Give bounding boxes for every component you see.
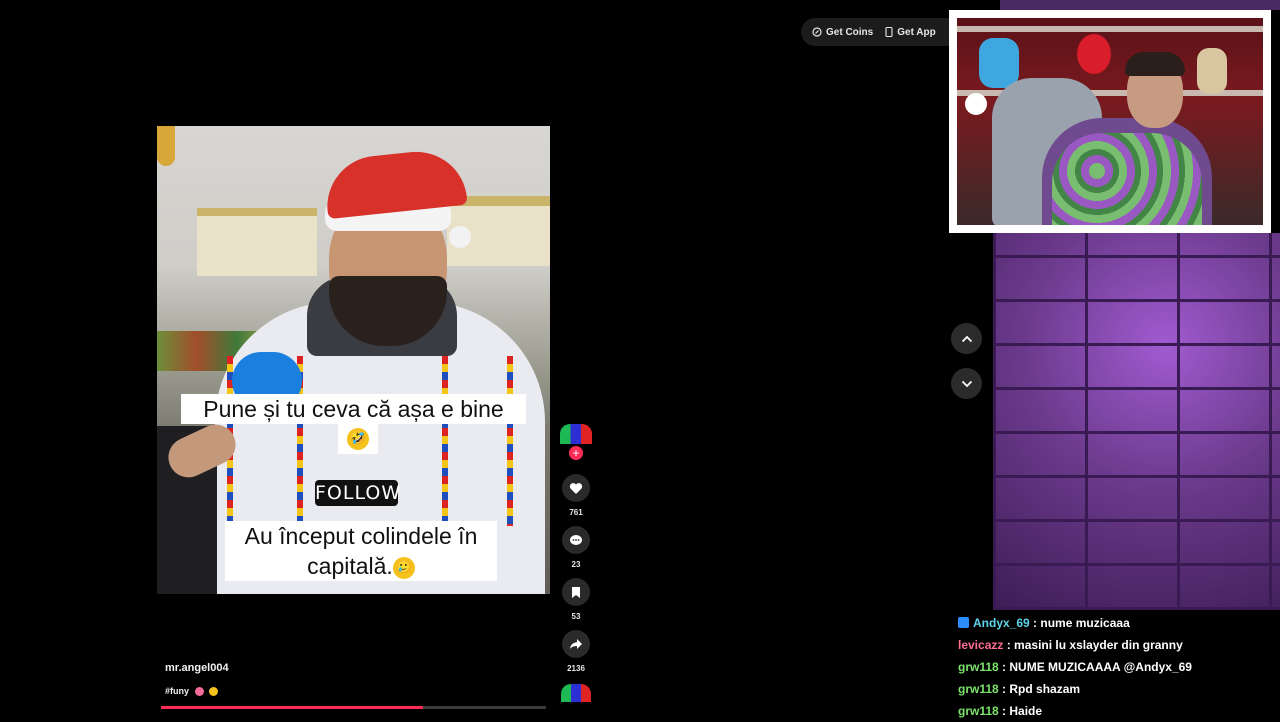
get-app-button[interactable]: Get App <box>885 27 936 38</box>
chat-text: nume muzicaaa <box>1040 616 1130 630</box>
heart-icon <box>569 482 583 494</box>
chat-message: grw118 : Haide <box>958 704 1043 718</box>
chat-username: Andyx_69 <box>973 616 1030 630</box>
market-stall <box>197 216 317 276</box>
share-button[interactable] <box>562 630 590 658</box>
coin-icon <box>812 27 822 37</box>
get-app-label: Get App <box>897 26 936 38</box>
bookmark-button[interactable] <box>562 578 590 606</box>
streamer-webcam <box>949 10 1271 233</box>
chat-username: grw118 <box>958 660 999 674</box>
purple-brick-wall <box>993 233 1280 610</box>
video-progress-fill <box>161 706 423 709</box>
toy-figure <box>1077 34 1111 74</box>
streamer-shirt <box>1052 133 1202 225</box>
toy-figure <box>1197 48 1227 94</box>
next-video-button[interactable] <box>951 368 982 399</box>
video-tags: #funy <box>165 686 219 697</box>
chat-message: grw118 : Rpd shazam <box>958 682 1081 696</box>
music-disc-avatar[interactable] <box>561 684 591 702</box>
caption-bottom-line2-wrap: capitală. 🥲 <box>225 551 497 581</box>
comment-icon <box>570 534 582 545</box>
comment-button[interactable] <box>562 526 590 554</box>
chat-username: levicazz <box>958 638 1004 652</box>
caption-top: Pune și tu ceva că așa e bine <box>181 394 526 424</box>
comment-count: 23 <box>571 560 581 569</box>
top-action-pill: Get Coins Get App <box>801 18 961 46</box>
follow-plus-button[interactable]: + <box>569 446 583 460</box>
video-progress-bar[interactable] <box>161 706 546 709</box>
share-count: 2136 <box>567 664 585 673</box>
bookmark-icon <box>572 586 580 598</box>
jacket-stripe <box>507 356 513 526</box>
webcam-feed <box>957 18 1263 225</box>
chat-text: Haide <box>1009 704 1043 718</box>
corn-decoration <box>157 126 175 166</box>
previous-video-button[interactable] <box>951 323 982 354</box>
caption-bottom: Au început colindele în capitală. 🥲 <box>225 521 497 581</box>
chat-username: grw118 <box>958 682 999 696</box>
author-name[interactable]: mr.angel004 <box>165 662 229 674</box>
emoji-icon <box>209 687 219 697</box>
chat-overlay: Andyx_69 : nume muzicaaa levicazz : masi… <box>958 612 1280 722</box>
like-button[interactable] <box>562 474 590 502</box>
video-player[interactable]: Pune și tu ceva că așa e bine 🤣 FOLLOW A… <box>157 126 550 594</box>
emoji-icon <box>194 687 204 697</box>
phone-icon <box>885 27 893 37</box>
caption-bottom-line2: capitală. <box>307 553 393 579</box>
chevron-up-icon <box>961 335 972 342</box>
caption-top-emoji-box: 🤣 <box>338 424 378 454</box>
streamer-hair <box>1125 52 1185 76</box>
bookmark-count: 53 <box>571 612 581 621</box>
creator-avatar[interactable] <box>560 424 592 444</box>
chat-text: Rpd shazam <box>1009 682 1081 696</box>
shelf <box>957 26 1263 32</box>
caption-top-text: Pune și tu ceva că așa e bine <box>203 396 504 422</box>
laughing-emoji-icon: 🤣 <box>347 427 369 450</box>
chat-message: levicazz : masini lu xslayder din granny <box>958 638 1183 652</box>
get-coins-label: Get Coins <box>826 26 874 38</box>
subscriber-badge-icon <box>958 617 969 628</box>
toy-figure <box>979 38 1019 88</box>
jacket-stripe <box>442 356 448 526</box>
chevron-down-icon <box>961 380 972 387</box>
share-icon <box>570 639 582 649</box>
like-count: 761 <box>569 508 583 517</box>
follow-button[interactable]: FOLLOW <box>315 480 400 506</box>
chat-message: grw118 : NUME MUZICAAAA @Andyx_69 <box>958 660 1192 674</box>
wall-top-strip <box>1000 0 1280 10</box>
hashtag-funy[interactable]: #funy <box>165 686 189 696</box>
chat-username: grw118 <box>958 704 999 718</box>
tear-smile-emoji-icon: 🥲 <box>392 556 415 579</box>
chat-message: Andyx_69 : nume muzicaaa <box>958 612 1280 634</box>
caption-bottom-line1: Au început colindele în <box>244 523 478 549</box>
chat-text: masini lu xslayder din granny <box>1014 638 1183 652</box>
toy-figure <box>965 93 987 115</box>
chat-text: NUME MUZICAAAA @Andyx_69 <box>1009 660 1192 674</box>
get-coins-button[interactable]: Get Coins <box>812 27 873 38</box>
santa-hat-pompom <box>449 226 471 248</box>
